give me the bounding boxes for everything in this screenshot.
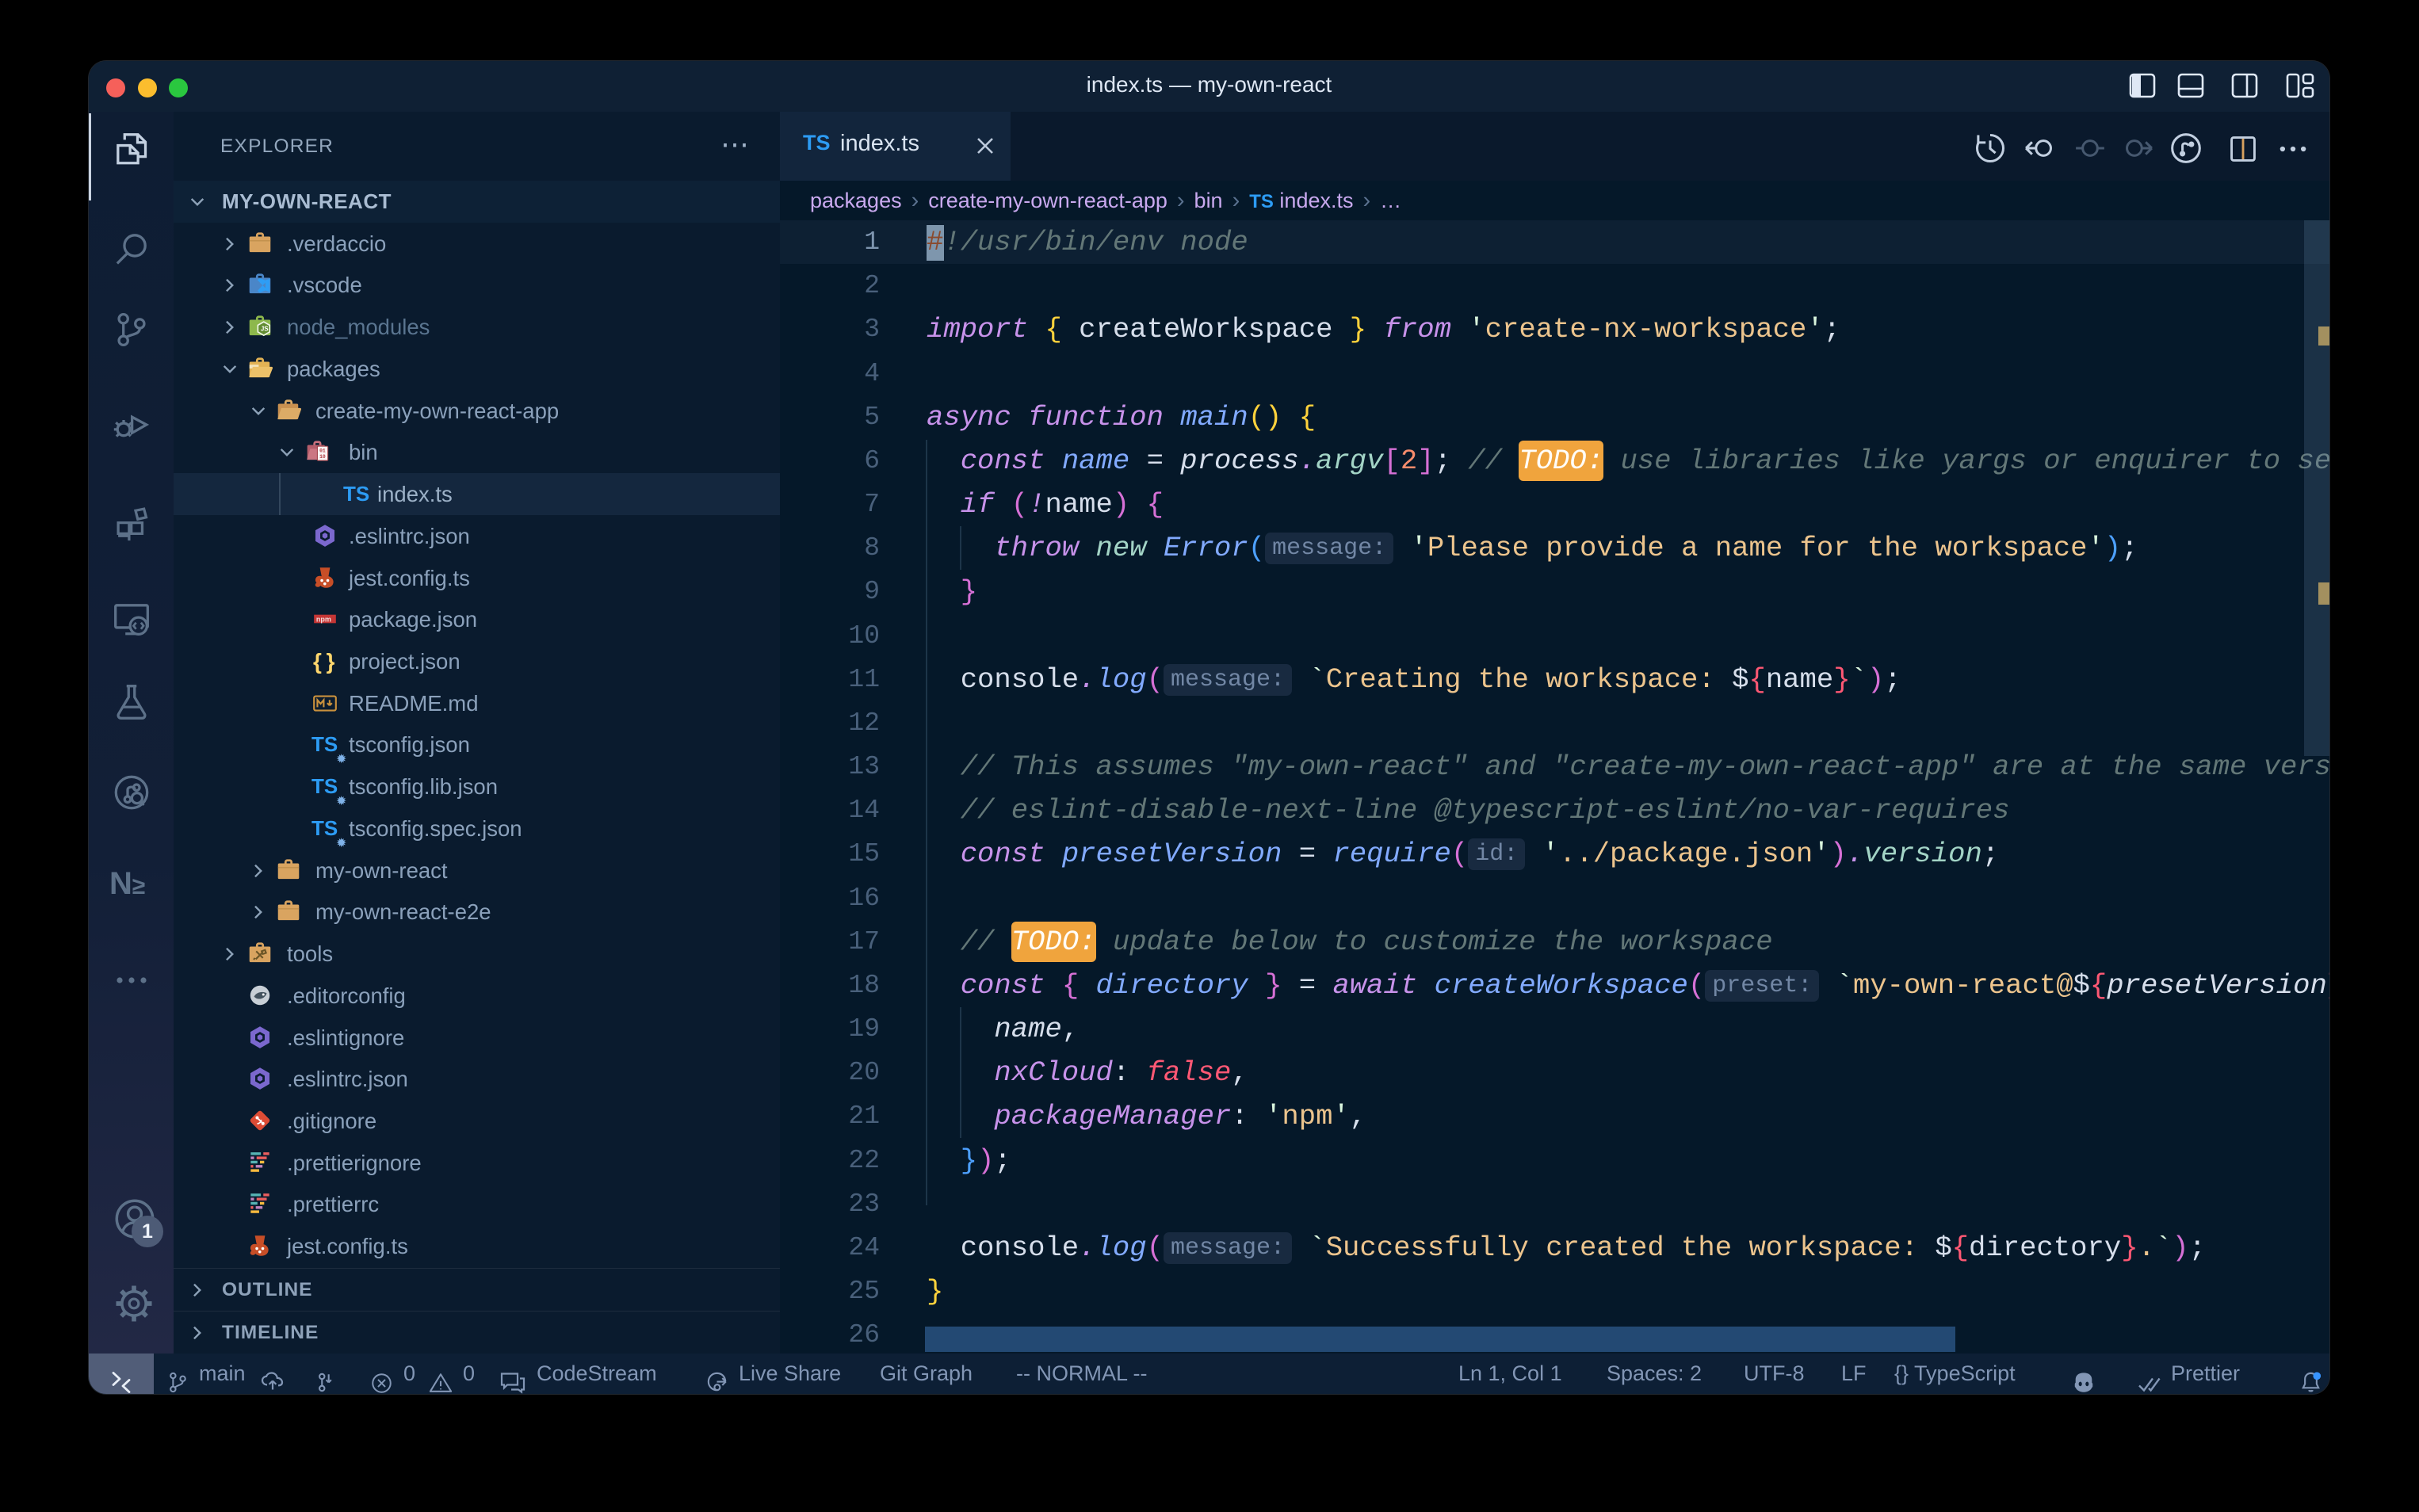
svg-text:10: 10 (319, 454, 326, 460)
svg-text:JS: JS (261, 326, 269, 333)
svg-text:01: 01 (319, 449, 326, 454)
svg-text:npm: npm (316, 616, 331, 624)
